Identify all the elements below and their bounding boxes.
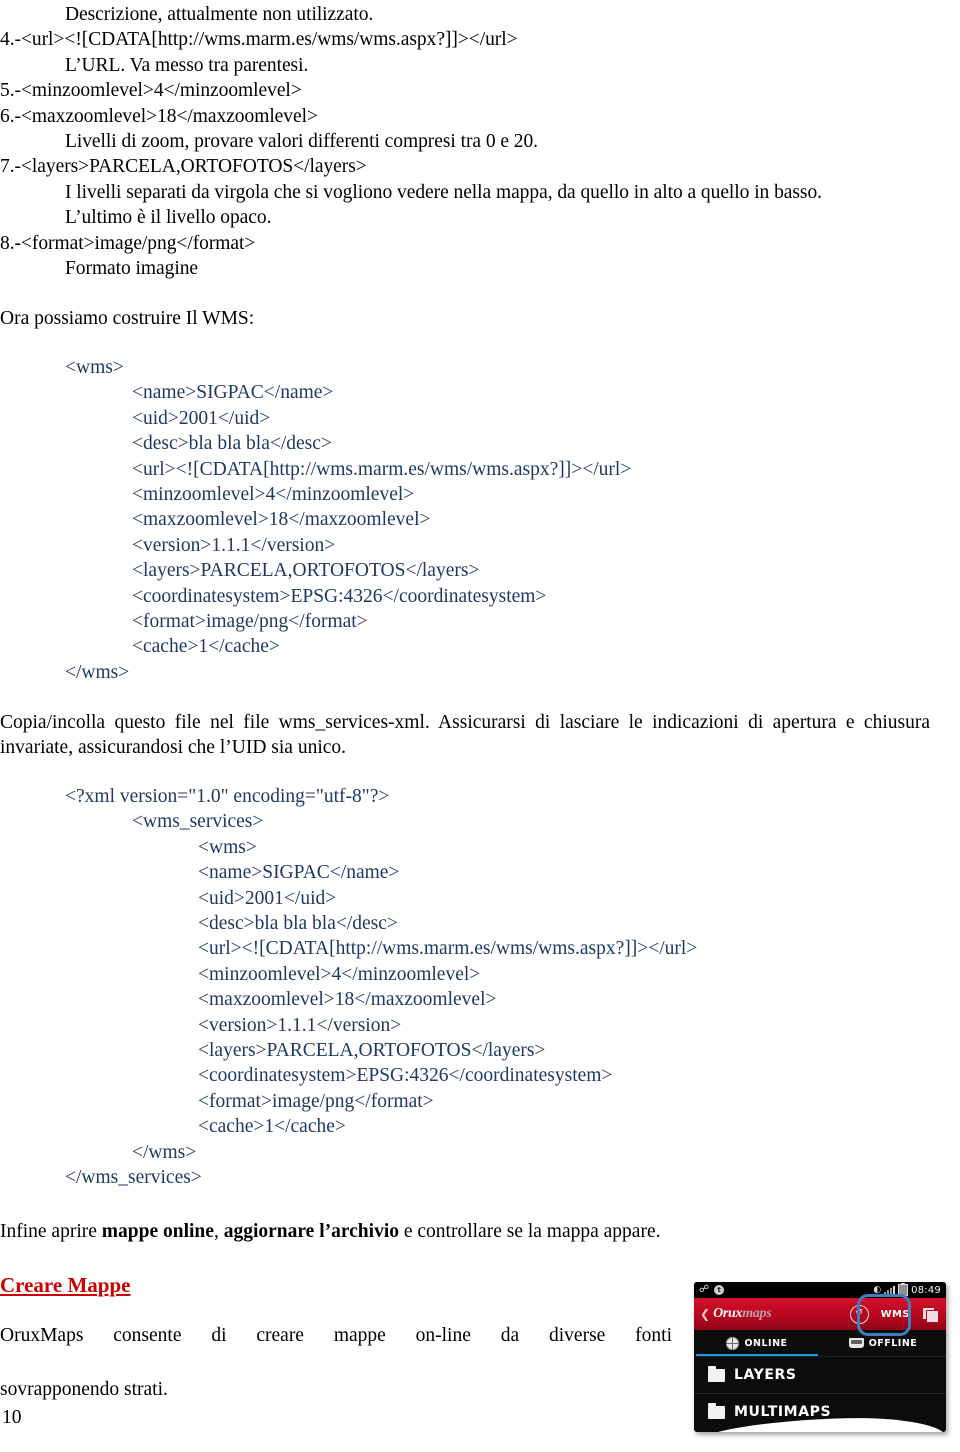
final-suffix: e controllare se la mappa appare. <box>399 1221 661 1242</box>
tray-icon <box>848 1338 864 1348</box>
spec-line: L’URL. Va messo tra parentesi. <box>65 54 309 76</box>
tab-online[interactable]: ONLINE <box>694 1330 820 1356</box>
code-line: <minzoomlevel>4</minzoomlevel> <box>198 963 481 985</box>
folder-icon <box>708 1402 725 1419</box>
tab-online-label: ONLINE <box>744 1337 788 1349</box>
wifi-icon: ◐ <box>873 1284 882 1295</box>
battery-icon <box>898 1283 909 1296</box>
list-item-layers-label: LAYERS <box>734 1367 797 1383</box>
code-line: <layers>PARCELA,ORTOFOTOS</layers> <box>132 560 480 582</box>
final-instructions-paragraph: Infine aprire mappe online, aggiornare l… <box>0 1219 940 1244</box>
code-line: <desc>bla bla bla</desc> <box>132 433 332 455</box>
document-page: Descrizione, attualmente non utilizzato.… <box>0 0 960 1452</box>
wms-xml-snippet: <wms> <name>SIGPAC</name> <uid>2001</uid> <… <box>0 355 631 685</box>
oruxmaps-description-line-2: sovrapponendo strati. <box>0 1379 168 1400</box>
code-line: <?xml version="1.0" encoding="utf-8"?> <box>65 786 390 807</box>
oruxmaps-description-paragraph: OruxMaps consente di creare mappe on-lin… <box>0 1322 672 1403</box>
oruxmaps-screenshot-figure: ☍ t ◐ 08:49 ❮ Oruxmaps ↺ WMS ONLINE OFFL… <box>688 1278 954 1446</box>
code-line: <wms> <box>198 836 257 858</box>
wms-services-xml-snippet: <?xml version="1.0" encoding="utf-8"?> <w… <box>0 784 697 1191</box>
code-line: <url><![CDATA[http://wms.marm.es/wms/wms… <box>132 458 632 480</box>
code-line: <wms> <box>65 357 124 378</box>
spec-line: 4.-<url><![CDATA[http://wms.marm.es/wms/… <box>0 29 518 51</box>
page-number: 10 <box>2 1407 22 1428</box>
spec-line: I livelli separati da virgola che si vog… <box>65 181 822 203</box>
code-line: <name>SIGPAC</name> <box>132 382 334 404</box>
spec-line: Livelli di zoom, provare valori differen… <box>65 131 539 153</box>
logo-maps: maps <box>742 1306 772 1321</box>
android-status-bar: ☍ t ◐ 08:49 <box>694 1282 946 1298</box>
status-bar-clock: 08:49 <box>911 1284 941 1296</box>
signal-bars-icon <box>884 1285 896 1295</box>
action-bar-actions: ↺ WMS <box>849 1304 940 1324</box>
section-heading-creare-mappe: Creare Mappe <box>0 1273 131 1297</box>
map-source-tabs: ONLINE OFFLINE <box>694 1330 946 1356</box>
spec-line: 5.-<minzoomlevel>4</minzoomlevel> <box>0 80 302 102</box>
code-line: <url><![CDATA[http://wms.marm.es/wms/wms… <box>198 938 698 960</box>
spec-line: Formato imagine <box>65 258 199 280</box>
code-line: <format>image/png</format> <box>132 611 368 633</box>
code-line: <version>1.1.1</version> <box>198 1014 402 1036</box>
code-line: <desc>bla bla bla</desc> <box>198 913 398 935</box>
code-line: <maxzoomlevel>18</maxzoomlevel> <box>198 989 497 1011</box>
final-middle: , <box>213 1221 224 1242</box>
oruxmaps-description-line-1: OruxMaps consente di creare mappe on-lin… <box>0 1325 672 1346</box>
folder-icon <box>708 1365 725 1382</box>
phone-screen: ☍ t ◐ 08:49 ❮ Oruxmaps ↺ WMS ONLINE OFFL… <box>694 1282 946 1432</box>
code-line: </wms_services> <box>65 1167 202 1189</box>
spec-line: 7.-<layers>PARCELA,ORTOFOTOS</layers> <box>0 156 367 178</box>
final-prefix: Infine aprire <box>0 1221 102 1242</box>
final-bold-maps-online: mappe online <box>101 1221 214 1242</box>
wms-parameter-spec-list: Descrizione, attualmente non utilizzato.… <box>0 2 940 281</box>
code-line: <layers>PARCELA,ORTOFOTOS</layers> <box>198 1040 546 1062</box>
status-bar-right-icons: ◐ 08:49 <box>873 1283 941 1296</box>
usb-icon: ☍ <box>699 1284 710 1295</box>
map-layers-icon[interactable] <box>922 1306 939 1323</box>
refresh-icon[interactable]: ↺ <box>849 1304 869 1324</box>
tab-offline-label: OFFLINE <box>868 1337 918 1349</box>
list-item-multimaps-label: MULTIMAPS <box>734 1404 832 1420</box>
wms-button[interactable]: WMS <box>881 1309 910 1320</box>
oruxmaps-logo: Oruxmaps <box>713 1306 772 1322</box>
code-line: <minzoomlevel>4</minzoomlevel> <box>132 484 415 506</box>
code-line: <uid>2001</uid> <box>132 407 271 429</box>
code-line: <cache>1</cache> <box>198 1116 346 1138</box>
code-line: <format>image/png</format> <box>198 1090 434 1112</box>
list-item-layers[interactable]: LAYERS <box>694 1356 946 1393</box>
app-notification-icon: t <box>714 1285 725 1295</box>
code-line: <cache>1</cache> <box>132 636 280 658</box>
code-line: </wms> <box>65 661 130 683</box>
logo-orux: Orux <box>713 1306 743 1321</box>
code-line: </wms> <box>132 1141 197 1163</box>
globe-icon <box>726 1336 740 1350</box>
spec-line: 6.-<maxzoomlevel>18</maxzoomlevel> <box>0 105 318 127</box>
code-line: <maxzoomlevel>18</maxzoomlevel> <box>132 509 431 531</box>
paste-instructions-paragraph: Copia/incolla questo file nel file wms_s… <box>0 712 930 759</box>
spec-line: Descrizione, attualmente non utilizzato. <box>65 4 374 25</box>
code-line: <coordinatesystem>EPSG:4326</coordinates… <box>132 585 547 607</box>
status-bar-left-icons: ☍ t <box>699 1284 725 1295</box>
code-line: <coordinatesystem>EPSG:4326</coordinates… <box>198 1065 613 1087</box>
app-action-bar: ❮ Oruxmaps ↺ WMS <box>694 1298 946 1330</box>
code-line: <version>1.1.1</version> <box>132 534 336 556</box>
back-chevron-icon[interactable]: ❮ <box>700 1307 710 1321</box>
build-wms-lead-text: Ora possiamo costruire Il WMS: <box>0 308 255 329</box>
tab-offline[interactable]: OFFLINE <box>820 1330 946 1356</box>
spec-line: L’ultimo è il livello opaco. <box>65 207 272 229</box>
code-line: <uid>2001</uid> <box>198 887 337 909</box>
final-bold-update-archive: aggiornare l’archivio <box>223 1221 399 1242</box>
code-line: <wms_services> <box>132 811 264 833</box>
spec-line: 8.-<format>image/png</format> <box>0 232 256 254</box>
code-line: <name>SIGPAC</name> <box>198 862 400 884</box>
